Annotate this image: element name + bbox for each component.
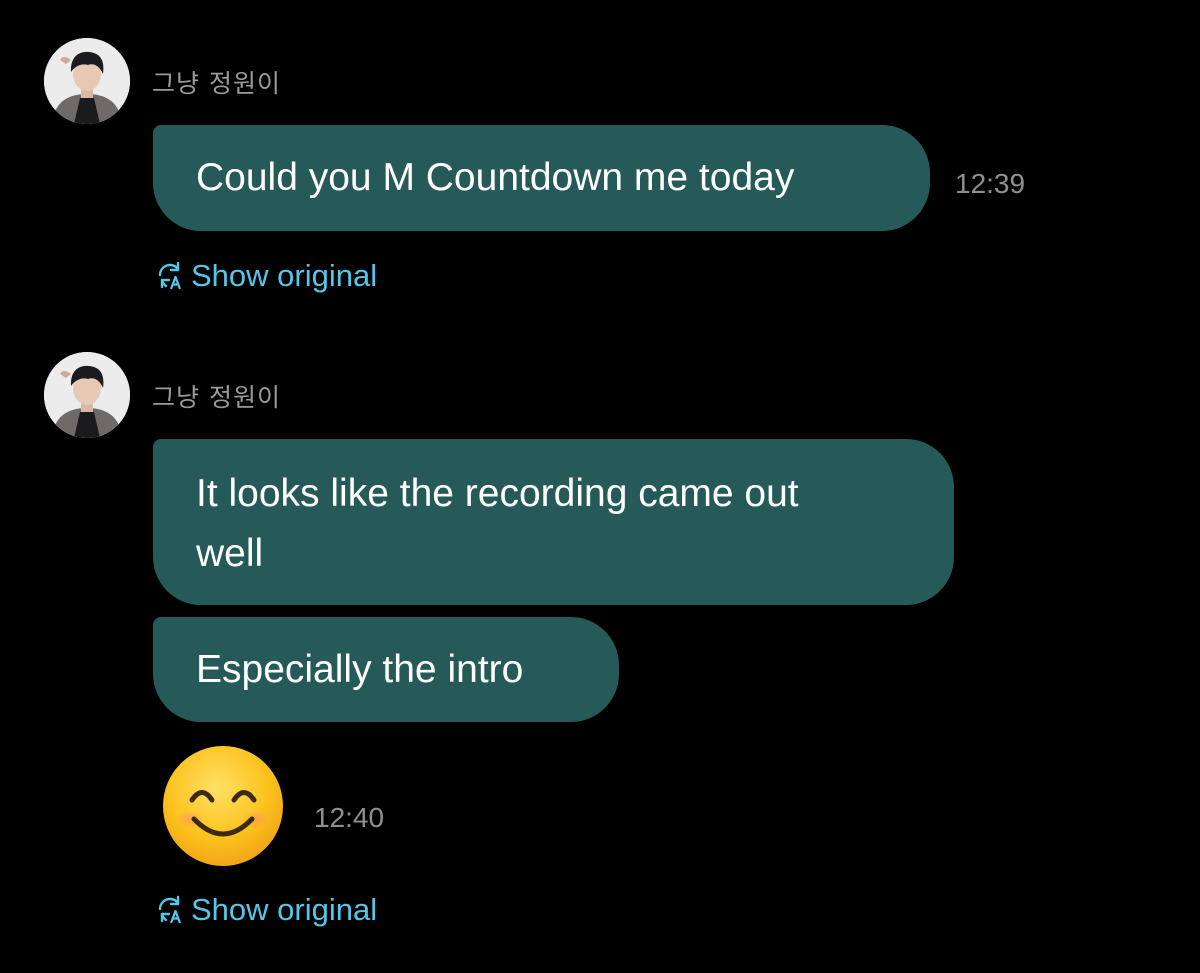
message-text-line: It looks like the recording came out xyxy=(196,472,799,515)
show-original-label: Show original xyxy=(191,258,378,293)
message-text: Could you M Countdown me today xyxy=(196,156,795,199)
show-original-link[interactable]: Show original xyxy=(155,890,377,930)
message-timestamp: 12:40 xyxy=(314,802,385,833)
sender-name: 그냥 정원이 xyxy=(152,69,281,98)
message-bubble[interactable]: It looks like the recording came out wel… xyxy=(153,439,954,605)
sender-name: 그냥 정원이 xyxy=(152,383,281,412)
show-original-link[interactable]: Show original xyxy=(155,256,377,296)
message-bubble[interactable]: Especially the intro xyxy=(153,617,619,722)
show-original-label: Show original xyxy=(191,892,378,927)
sender-avatar[interactable] xyxy=(44,38,130,124)
translate-refresh-icon xyxy=(155,895,185,925)
message-timestamp: 12:39 xyxy=(955,168,1026,199)
smiling-face-emoji-icon[interactable] xyxy=(162,745,284,867)
translate-refresh-icon xyxy=(155,261,185,291)
message-text-line: well xyxy=(196,532,264,575)
profile-photo-icon xyxy=(44,38,130,124)
profile-photo-icon xyxy=(44,352,130,438)
message-text: Especially the intro xyxy=(196,648,524,691)
sender-avatar[interactable] xyxy=(44,352,130,438)
message-bubble[interactable]: Could you M Countdown me today xyxy=(153,125,930,231)
